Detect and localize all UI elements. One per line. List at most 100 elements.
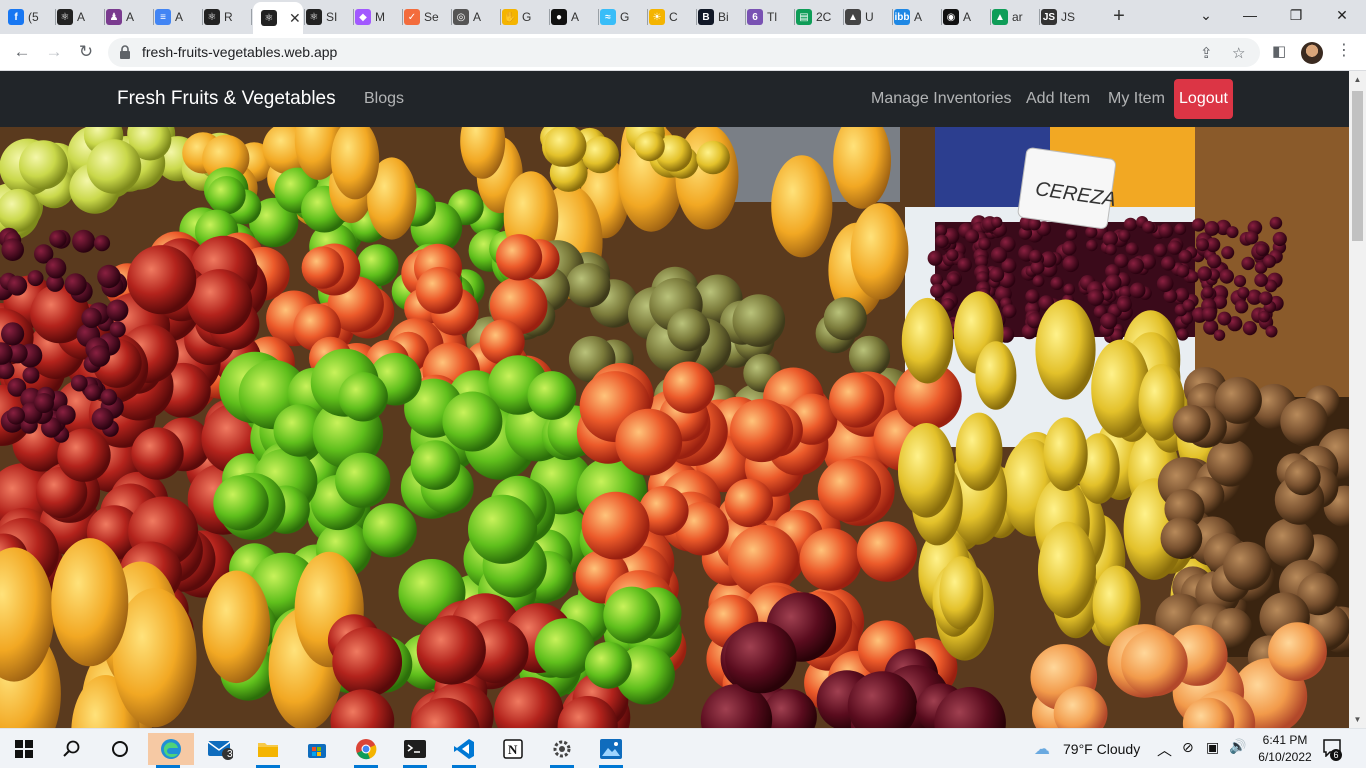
mail-badge: 3 <box>227 749 233 760</box>
window-close-icon[interactable]: ✕ <box>1322 2 1362 28</box>
tab-separator <box>794 9 795 25</box>
new-tab-icon[interactable]: + <box>1108 5 1130 27</box>
browser-tab[interactable]: ◉ A <box>943 4 989 30</box>
scrollbar-thumb[interactable] <box>1352 91 1363 241</box>
network-off-icon[interactable]: ⊘ <box>1182 739 1194 756</box>
chrome-icon[interactable] <box>346 733 386 768</box>
edge-icon[interactable] <box>148 733 194 768</box>
tab-separator <box>500 9 501 25</box>
tab-search-icon[interactable]: ⌄ <box>1186 2 1226 28</box>
nav-link-blogs[interactable]: Blogs <box>364 90 404 108</box>
settings-icon[interactable] <box>542 733 582 768</box>
browser-tab[interactable]: ◎ A <box>453 4 499 30</box>
clock-time: 6:41 PM <box>1262 733 1308 747</box>
weather-text[interactable]: 79°F Cloudy <box>1063 741 1140 757</box>
site-brand[interactable]: Fresh Fruits & Vegetables <box>117 88 336 110</box>
side-panel-icon[interactable]: ◧ <box>1272 42 1286 60</box>
notification-center-icon[interactable]: 6 <box>1322 739 1344 761</box>
tab-title: C <box>669 10 678 24</box>
graduation-icon: ▲ <box>845 9 861 25</box>
tab-separator <box>451 9 452 25</box>
lock-icon <box>120 45 130 59</box>
tab-title: U <box>865 10 874 24</box>
browser-tab[interactable]: ▲ U <box>845 4 891 30</box>
photos-icon[interactable] <box>591 733 631 768</box>
site-navbar: Fresh Fruits & Vegetables Blogs Manage I… <box>0 71 1349 127</box>
monitor-icon[interactable]: ▣ <box>1206 739 1219 756</box>
browser-menu-icon[interactable]: ⋮ <box>1336 40 1352 60</box>
vscode-icon[interactable] <box>444 733 484 768</box>
mail-icon[interactable]: 3 <box>200 733 240 765</box>
tab-separator <box>104 9 105 25</box>
windows-start-icon[interactable] <box>4 733 44 765</box>
tab-title: JS <box>1061 10 1076 24</box>
notion-icon[interactable]: N <box>493 733 533 765</box>
task-view-icon[interactable] <box>100 733 140 765</box>
tab-title: 2C <box>816 10 832 24</box>
react-icon: ⚛ <box>57 9 73 25</box>
search-icon[interactable] <box>52 733 92 765</box>
nav-link-manage-inventories[interactable]: Manage Inventories <box>871 90 1012 108</box>
file-explorer-icon[interactable] <box>248 733 288 768</box>
browser-tab[interactable]: ♟ A <box>106 4 152 30</box>
nav-link-add-item[interactable]: Add Item <box>1026 90 1090 108</box>
search-engine-icon: ✓ <box>404 9 420 25</box>
tab-separator <box>153 9 154 25</box>
tab-title: A <box>77 10 86 24</box>
address-bar[interactable]: fresh-fruits-vegetables.web.app ⇪ ☆ <box>108 38 1260 67</box>
windows-taskbar: 3 N ☁ 79°F Cloudy ︿ ⊘ ▣ 🔊 6:41 PM 6/10/2… <box>0 728 1366 768</box>
system-clock[interactable]: 6:41 PM 6/10/2022 <box>1255 732 1315 766</box>
browser-tab[interactable]: ⚛ R <box>204 4 250 30</box>
share-icon[interactable]: ⇪ <box>1200 44 1213 62</box>
scroll-up-icon[interactable]: ▲ <box>1349 71 1366 88</box>
page-scrollbar[interactable]: ▲ ▼ <box>1349 71 1366 728</box>
browser-tab[interactable]: ☀ C <box>649 4 695 30</box>
browser-tab[interactable]: B Bi <box>698 4 744 30</box>
tab-separator <box>598 9 599 25</box>
tab-title: R <box>224 10 233 24</box>
reload-icon[interactable]: ↻ <box>74 40 98 64</box>
browser-tab[interactable]: ⚛ SI <box>306 4 352 30</box>
browser-tab[interactable]: ◆ M <box>355 4 401 30</box>
browser-tab[interactable]: 6 Tl <box>747 4 793 30</box>
browser-tab[interactable]: f (5 <box>8 4 54 30</box>
browser-tab[interactable]: ▲ ar <box>992 4 1038 30</box>
browser-tab[interactable]: ibb A <box>894 4 940 30</box>
browser-tab[interactable]: ● A <box>551 4 597 30</box>
maximize-icon[interactable]: ❐ <box>1276 2 1316 28</box>
minimize-icon[interactable]: — <box>1230 2 1270 28</box>
logout-button[interactable]: Logout <box>1174 79 1233 119</box>
browser-tab[interactable]: JS JS <box>1041 4 1087 30</box>
notification-count: 6 <box>1330 749 1342 761</box>
scroll-down-icon[interactable]: ▼ <box>1349 711 1366 728</box>
browser-tab[interactable]: ⚛ ✕ <box>253 2 303 34</box>
terminal-icon[interactable] <box>395 733 435 768</box>
nav-link-my-item[interactable]: My Item <box>1108 90 1165 108</box>
url-text: fresh-fruits-vegetables.web.app <box>142 44 338 60</box>
react-icon: ⚛ <box>306 9 322 25</box>
tab-title: A <box>175 10 184 24</box>
forward-icon[interactable]: → <box>42 40 66 64</box>
bookmark-star-icon[interactable]: ☆ <box>1232 44 1245 62</box>
browser-tab[interactable]: ▤ 2C <box>796 4 842 30</box>
weather-icon[interactable]: ☁ <box>1034 739 1050 759</box>
tab-title: Bi <box>718 10 729 24</box>
tab-title: Tl <box>767 10 777 24</box>
browser-tab[interactable]: ✋ G <box>502 4 548 30</box>
tab-title: Se <box>424 10 439 24</box>
browser-tab[interactable]: ⚛ A <box>57 4 103 30</box>
store-icon[interactable] <box>297 733 337 765</box>
tray-chevron-icon[interactable]: ︿ <box>1157 739 1172 760</box>
close-tab-icon[interactable]: ✕ <box>289 10 301 27</box>
volume-icon[interactable]: 🔊 <box>1229 738 1246 755</box>
browser-tab[interactable]: ≈ G <box>600 4 646 30</box>
browser-tab[interactable]: ≡ A <box>155 4 201 30</box>
browser-tab[interactable]: ✓ Se <box>404 4 450 30</box>
profile-avatar[interactable] <box>1301 42 1323 64</box>
tab-title: A <box>126 10 135 24</box>
hero-banner-image: CEREZA <box>0 127 1349 728</box>
sun-icon: ☀ <box>649 9 665 25</box>
tab-separator <box>1039 9 1040 25</box>
facebook-icon: f <box>8 9 24 25</box>
back-icon[interactable]: ← <box>10 40 34 64</box>
